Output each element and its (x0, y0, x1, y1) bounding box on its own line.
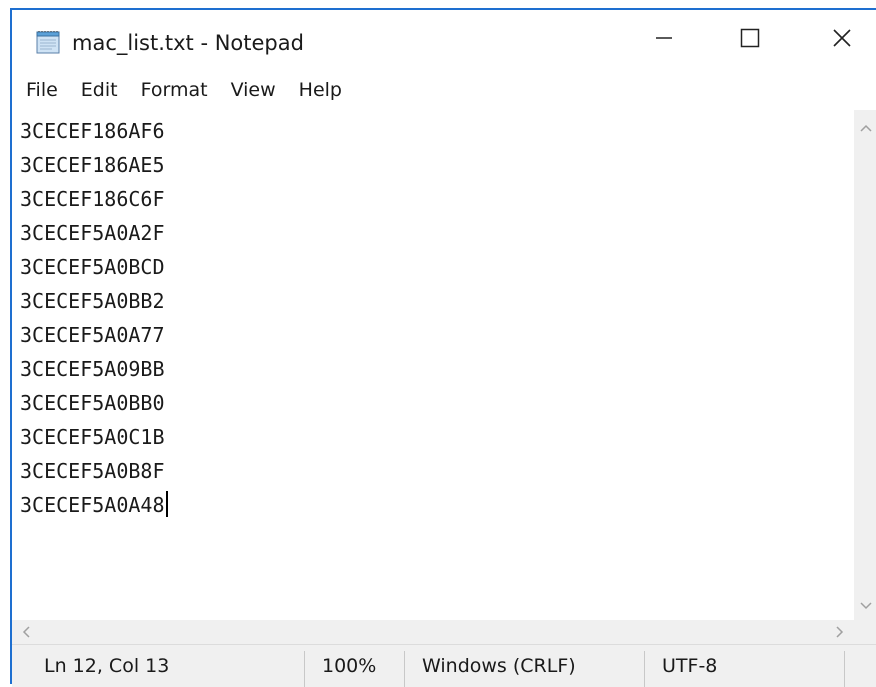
menu-bar: File Edit Format View Help (12, 72, 876, 108)
editor-line: 3CECEF186AE5 (20, 153, 165, 177)
vertical-scrollbar[interactable] (854, 110, 876, 620)
editor-lines: 3CECEF186AF6 3CECEF186AE5 3CECEF186C6F 3… (20, 114, 168, 522)
title-bar[interactable]: mac_list.txt - Notepad (12, 10, 876, 72)
maximize-button[interactable] (722, 18, 778, 62)
status-zoom: 100% (322, 655, 377, 677)
status-encoding: UTF-8 (662, 655, 718, 677)
editor-line: 3CECEF5A0B8F (20, 459, 165, 483)
status-position: Ln 12, Col 13 (44, 655, 170, 677)
scrollbar-corner (854, 620, 876, 644)
close-icon (832, 28, 852, 52)
menu-help[interactable]: Help (287, 72, 353, 108)
minimize-icon (655, 29, 673, 51)
editor-line: 3CECEF5A09BB (20, 357, 165, 381)
menu-view[interactable]: View (219, 72, 287, 108)
status-divider (844, 651, 845, 687)
editor-line: 3CECEF5A0A2F (20, 221, 165, 245)
editor-line: 3CECEF5A0BCD (20, 255, 165, 279)
menu-edit[interactable]: Edit (69, 72, 129, 108)
scroll-down-icon[interactable] (858, 598, 874, 614)
scroll-up-icon[interactable] (858, 120, 874, 136)
minimize-button[interactable] (636, 18, 692, 62)
editor-line: 3CECEF5A0A77 (20, 323, 165, 347)
window-title: mac_list.txt - Notepad (72, 31, 304, 55)
menu-format[interactable]: Format (129, 72, 219, 108)
status-divider (304, 651, 305, 687)
editor-line: 3CECEF186C6F (20, 187, 165, 211)
menu-file[interactable]: File (12, 72, 69, 108)
notepad-icon (34, 30, 62, 54)
text-editor[interactable]: 3CECEF186AF6 3CECEF186AE5 3CECEF186C6F 3… (12, 110, 854, 620)
status-divider (644, 651, 645, 687)
status-divider (404, 651, 405, 687)
editor-line: 3CECEF186AF6 (20, 119, 165, 143)
status-bar: Ln 12, Col 13 100% Windows (CRLF) UTF-8 (12, 644, 876, 687)
close-button[interactable] (814, 18, 870, 62)
horizontal-scrollbar[interactable] (12, 620, 854, 644)
editor-line-text: 3CECEF5A0A48 (20, 493, 165, 517)
editor-line: 3CECEF5A0BB2 (20, 289, 165, 313)
scroll-right-icon[interactable] (832, 624, 848, 640)
notepad-window: mac_list.txt - Notepad File Edit Format … (10, 8, 876, 687)
editor-line-last: 3CECEF5A0A48 (20, 488, 168, 522)
editor-line: 3CECEF5A0BB0 (20, 391, 165, 415)
maximize-icon (740, 28, 760, 52)
status-line-ending: Windows (CRLF) (422, 655, 576, 677)
scroll-left-icon[interactable] (18, 624, 34, 640)
editor-line: 3CECEF5A0C1B (20, 425, 165, 449)
text-caret (165, 491, 168, 517)
